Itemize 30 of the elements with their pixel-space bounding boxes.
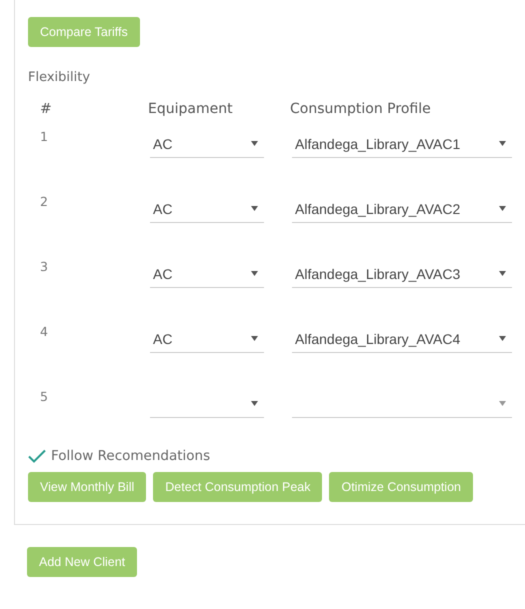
equipment-select[interactable]: AC [150, 195, 264, 223]
column-header: Consumption Profile [290, 101, 432, 119]
caret-icon [251, 336, 258, 341]
caret-icon [499, 401, 506, 406]
caret-icon [251, 401, 258, 406]
profile-select[interactable]: Alfandega_Library_AVAC1 [292, 130, 512, 158]
equipment-select[interactable]: AC [150, 130, 264, 158]
column-header: # [39, 101, 53, 119]
profile-select[interactable]: Alfandega_Library_AVAC2 [292, 195, 512, 223]
caret-icon [499, 271, 506, 276]
follow-recommendations-toggle[interactable]: Follow Recomendations [28, 448, 525, 464]
row-number: 2 [39, 194, 49, 211]
profile-select[interactable]: Alfandega_Library_AVAC3 [292, 260, 512, 288]
caret-icon [251, 141, 258, 146]
equipment-select[interactable]: AC [150, 325, 264, 353]
check-icon [28, 449, 46, 463]
profile-select[interactable]: Alfandega_Library_AVAC4 [292, 325, 512, 353]
row-number: 5 [39, 389, 49, 406]
row-number: 1 [39, 129, 49, 146]
follow-label: Follow Recomendations [51, 448, 210, 464]
caret-icon [251, 206, 258, 211]
caret-icon [499, 141, 506, 146]
caret-icon [499, 336, 506, 341]
caret-icon [499, 206, 506, 211]
row-number: 3 [39, 259, 49, 276]
column-header: Equipament [148, 101, 234, 119]
caret-icon [251, 271, 258, 276]
row-number: 4 [39, 324, 49, 341]
section-title: Flexibility [28, 70, 92, 85]
equipment-select[interactable]: AC [150, 260, 264, 288]
